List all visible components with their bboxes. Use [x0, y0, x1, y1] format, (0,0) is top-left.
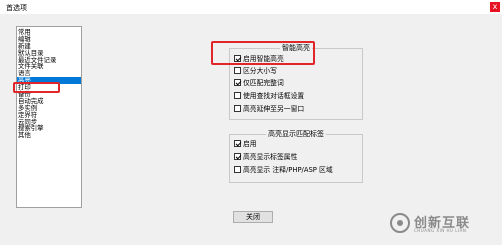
title-bar: 首选项 x — [0, 0, 502, 14]
close-button[interactable]: 关闭 — [233, 211, 273, 223]
option-tag-attributes[interactable]: 高亮显示标签属性 — [234, 153, 297, 162]
checkbox-match-case[interactable] — [234, 67, 241, 74]
window-title: 首选项 — [6, 4, 27, 12]
option-match-case[interactable]: 区分大小写 — [234, 67, 277, 76]
watermark-subtext: CHUANG XIN HU LIAN — [414, 228, 467, 233]
option-label: 高亮显示 注释/PHP/ASP 区域 — [243, 166, 333, 174]
option-label: 启用 — [243, 140, 257, 148]
option-extend-other-view[interactable]: 高亮延伸至另一窗口 — [234, 105, 304, 114]
close-icon[interactable]: x — [490, 2, 500, 12]
checkbox-enable-tag-match[interactable] — [234, 140, 241, 147]
category-list[interactable]: 常用 编辑 新建 默认目录 最近文件记录 文件关联 语言 高亮 打印 备份 自动… — [16, 26, 82, 208]
checkbox-use-find-settings[interactable] — [234, 92, 241, 99]
checkbox-tag-attributes[interactable] — [234, 153, 241, 160]
watermark-logo-icon — [390, 213, 410, 233]
option-label: 区分大小写 — [243, 67, 277, 75]
category-item-other[interactable]: 其他 — [17, 132, 81, 139]
option-enable-tag-match[interactable]: 启用 — [234, 140, 257, 149]
watermark: 创新互联 CHUANG XIN HU LIAN — [390, 211, 494, 237]
option-whole-word[interactable]: 仅匹配完整词 — [234, 79, 284, 88]
option-comment-zone[interactable]: 高亮显示 注释/PHP/ASP 区域 — [234, 166, 333, 175]
option-label: 使用查找对话框设置 — [243, 92, 305, 100]
checkbox-whole-word[interactable] — [234, 79, 241, 86]
checkbox-comment-zone[interactable] — [234, 166, 241, 173]
option-label: 高亮显示标签属性 — [243, 153, 298, 161]
option-label: 高亮延伸至另一窗口 — [243, 105, 305, 113]
annotation-highlight-smart — [211, 41, 315, 65]
tag-highlight-legend: 高亮显示匹配标签 — [266, 130, 326, 139]
option-label: 仅匹配完整词 — [243, 79, 284, 87]
checkbox-extend-other-view[interactable] — [234, 105, 241, 112]
option-use-find-settings[interactable]: 使用查找对话框设置 — [234, 92, 304, 101]
annotation-highlight-category — [13, 82, 60, 93]
